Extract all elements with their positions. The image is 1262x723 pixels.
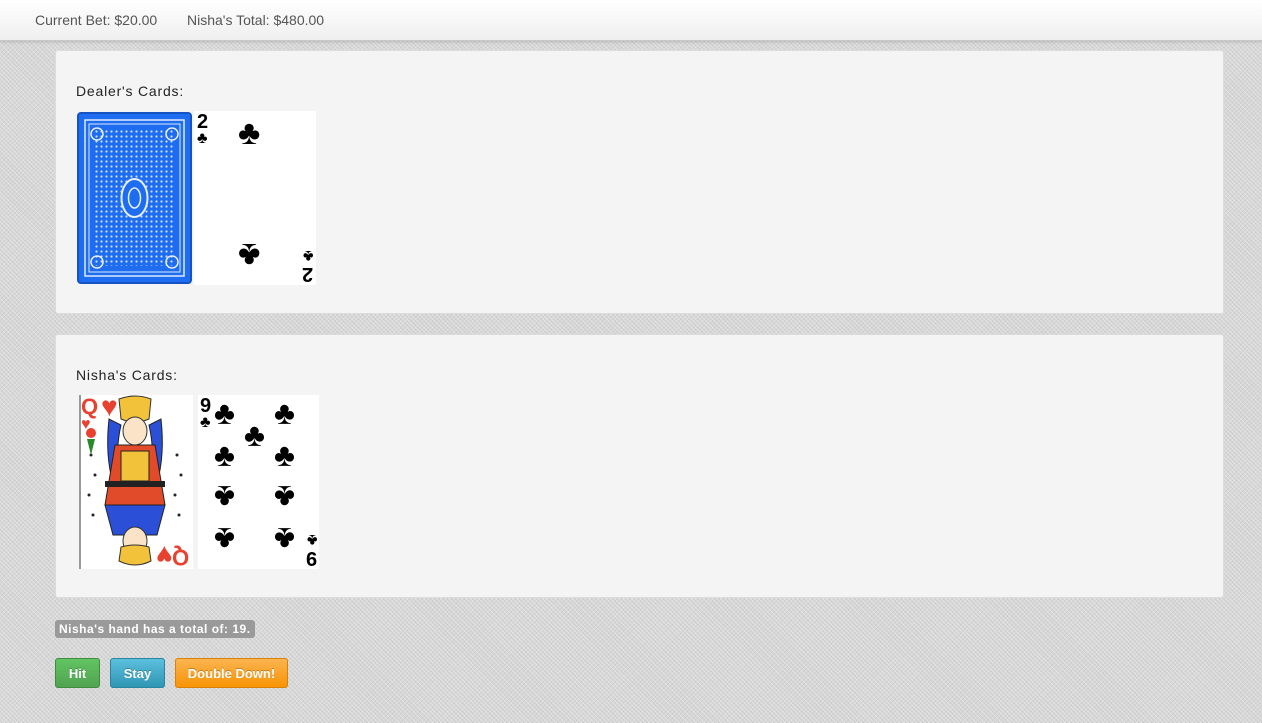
club-icon: ♣ [306,531,318,548]
top-bar: Current Bet: $20.00 Nisha's Total: $480.… [0,0,1262,41]
club-icon: ♣ [274,437,295,473]
club-icon: ♣ [214,437,235,473]
heart-icon: ♥ [101,395,118,422]
club-icon: ♣ [238,236,261,274]
club-icon: ♣ [197,130,208,147]
dealer-card-back [77,112,192,284]
current-bet: Current Bet: $20.00 [35,12,158,28]
club-icon: ♣ [214,395,235,431]
club-icon: ♣ [274,479,295,515]
player-card-9-clubs: 9 ♣ ♣ ♣ ♣ ♣ ♣ ♣ ♣ ♣ ♣ 9 ♣ [198,395,319,569]
heart-icon: ♥ [156,540,173,569]
club-icon: ♣ [244,417,265,453]
stay-button[interactable]: Stay [110,658,165,688]
club-icon: ♣ [302,247,314,264]
dealer-panel: Dealer's Cards: 2 ♣ ♣ ♣ 2 ♣ [55,50,1224,314]
queen-figure-icon [79,395,183,569]
player-cards-label: Nisha's Cards: [76,367,178,383]
card-rank: 9 [305,547,317,569]
player-card-queen-hearts: Q ♥ ♥ Q ♥ [79,395,193,569]
hand-total-badge: Nisha's hand has a total of: 19. [55,620,255,638]
club-icon: ♣ [214,521,235,557]
dealer-card-2-clubs: 2 ♣ ♣ ♣ 2 ♣ [194,111,316,285]
card-rank: 2 [301,263,313,285]
club-icon: ♣ [274,521,295,557]
club-icon: ♣ [200,414,211,431]
club-icon: ♣ [214,479,235,515]
heart-icon: ♥ [81,416,91,433]
dealer-cards-label: Dealer's Cards: [76,83,185,99]
double-down-button[interactable]: Double Down! [175,658,288,688]
player-panel: Nisha's Cards: Q ♥ ♥ Q ♥ 9 ♣ ♣ ♣ ♣ ♣ ♣ ♣… [55,334,1224,598]
club-icon: ♣ [274,395,295,431]
hit-button[interactable]: Hit [55,658,100,688]
card-rank: Q [171,545,189,569]
club-icon: ♣ [238,114,261,152]
player-bank-total: Nisha's Total: $480.00 [187,12,325,28]
